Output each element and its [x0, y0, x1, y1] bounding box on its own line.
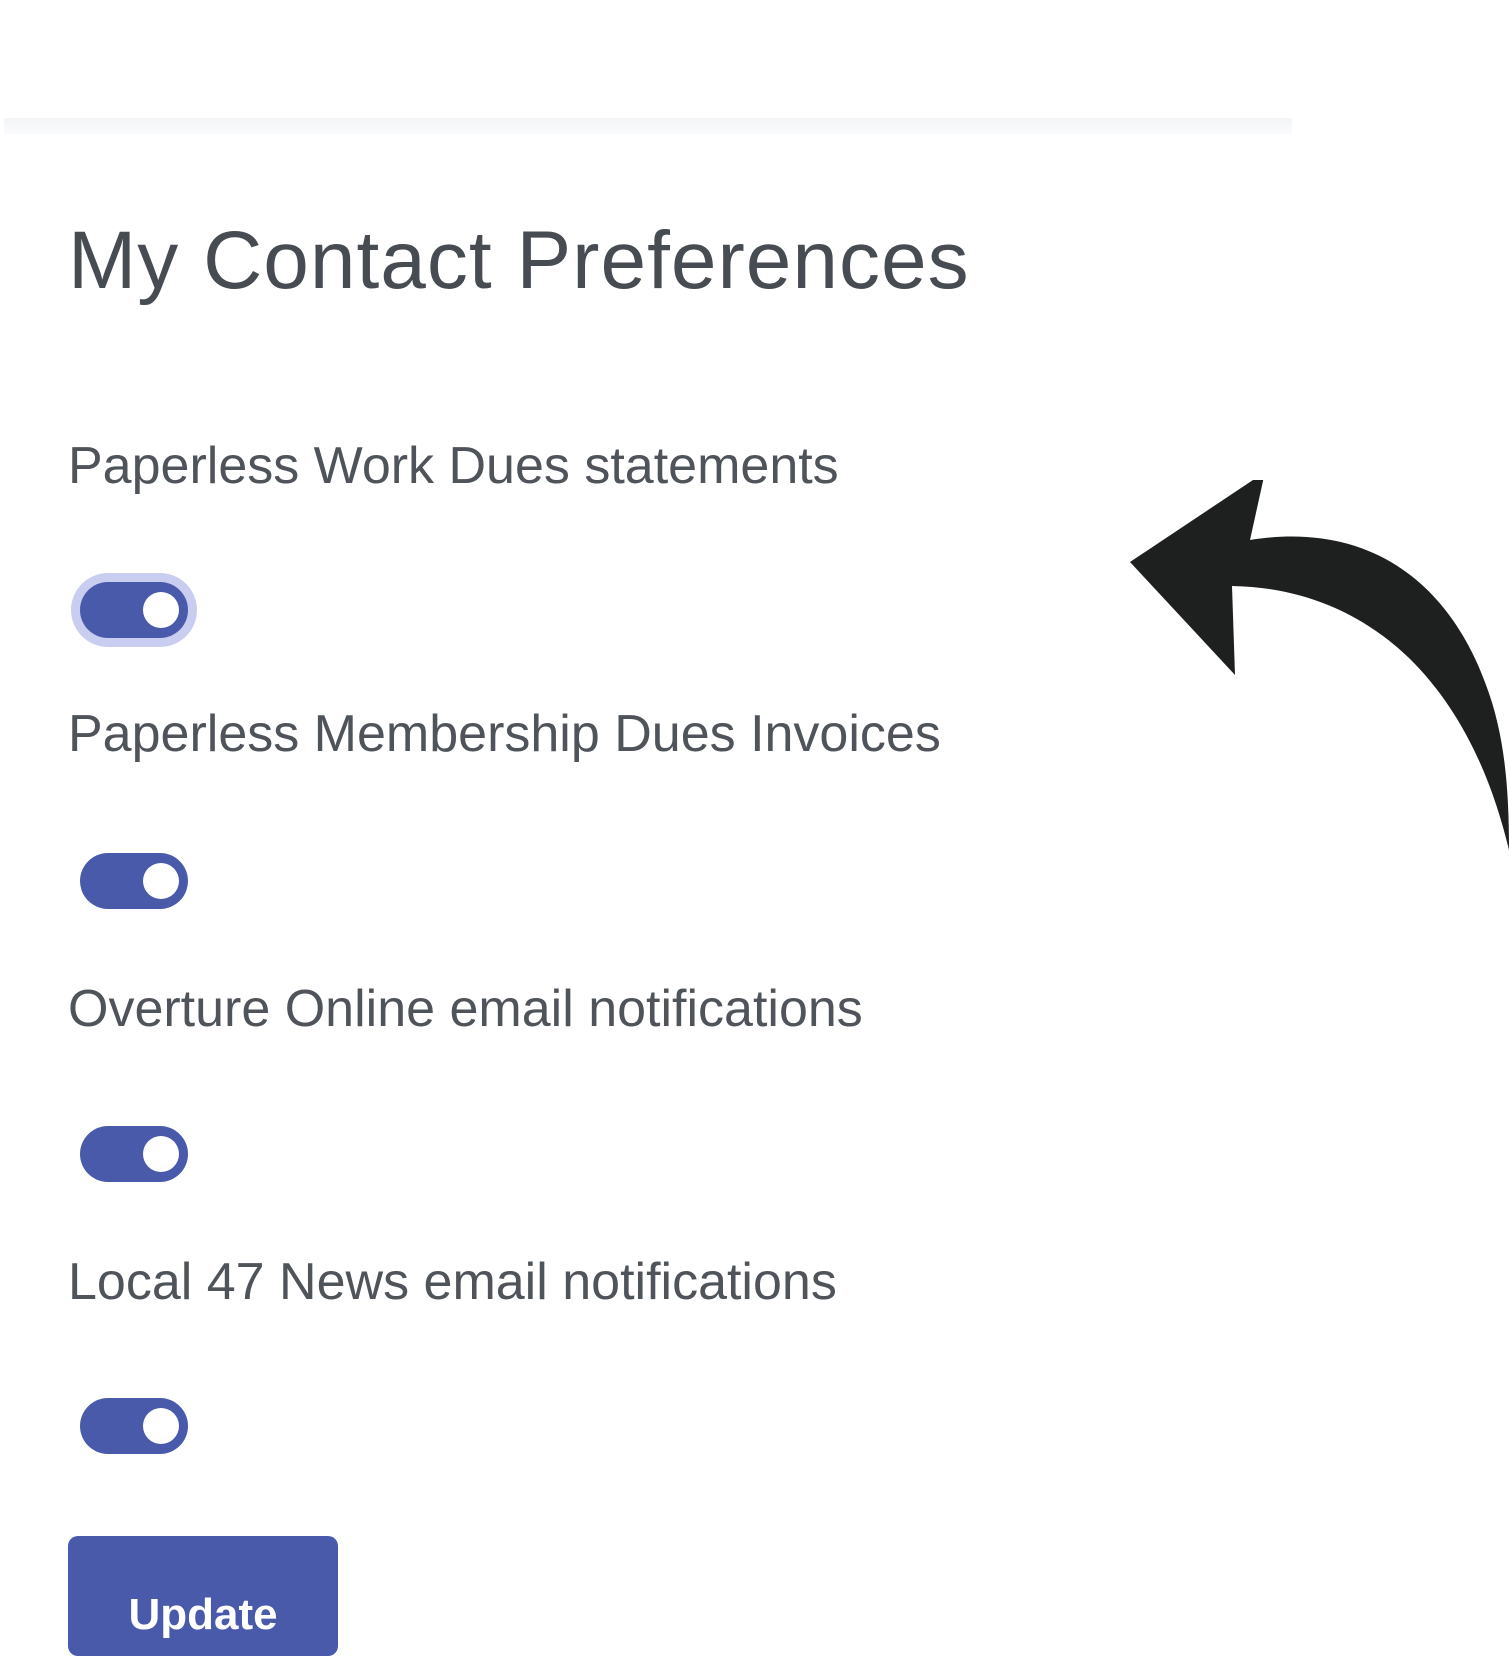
preference-label: Local 47 News email notifications: [68, 1253, 837, 1311]
overture-online-email-toggle[interactable]: [80, 1126, 188, 1182]
page-title: My Contact Preferences: [68, 215, 970, 306]
preference-label: Paperless Membership Dues Invoices: [68, 705, 941, 763]
toggle-knob: [143, 1136, 179, 1172]
preference-label: Overture Online email notifications: [68, 980, 863, 1038]
paperless-membership-dues-toggle[interactable]: [80, 853, 188, 909]
local-47-news-email-toggle[interactable]: [80, 1398, 188, 1454]
curved-arrow-icon: [1130, 480, 1509, 850]
top-divider: [4, 118, 1292, 134]
toggle-knob: [143, 592, 179, 628]
paperless-work-dues-toggle[interactable]: [80, 582, 188, 638]
toggle-knob: [143, 863, 179, 899]
preference-label: Paperless Work Dues statements: [68, 437, 839, 495]
update-button[interactable]: Update: [68, 1536, 338, 1656]
toggle-knob: [143, 1408, 179, 1444]
